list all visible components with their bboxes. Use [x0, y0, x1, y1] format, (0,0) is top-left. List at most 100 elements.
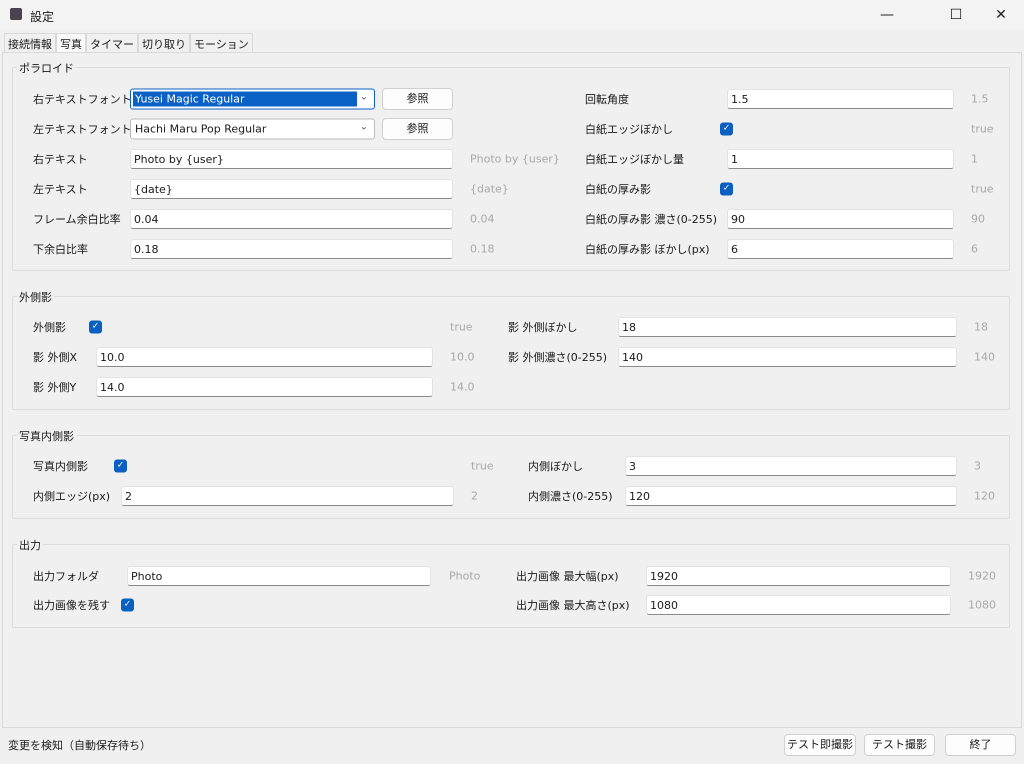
inner-blur-default: 3 — [974, 459, 981, 473]
inner-edge-default: 2 — [471, 489, 478, 503]
outer-shadow-label: 外側影 — [33, 321, 66, 334]
test-instant-capture-button[interactable]: テスト即撮影 — [784, 734, 856, 756]
inner-density-default: 120 — [974, 489, 995, 503]
left-text-label: 左テキスト — [33, 183, 88, 196]
app-icon — [10, 8, 22, 20]
output-group — [12, 544, 1010, 628]
edge-blur-label: 白紙エッジぼかし — [585, 123, 673, 136]
thick-shadow-density-input[interactable]: 90 — [727, 209, 954, 229]
outer-density-default: 140 — [974, 350, 995, 364]
right-text-label: 右テキスト — [33, 153, 88, 166]
left-text-input[interactable]: {date} — [130, 179, 453, 199]
output-folder-default: Photo — [449, 569, 481, 583]
tab-motion[interactable]: モーション — [190, 33, 253, 52]
max-width-label: 出力画像 最大幅(px) — [516, 570, 619, 583]
keep-output-label: 出力画像を残す — [33, 599, 110, 612]
output-group-title: 出力 — [17, 537, 43, 553]
output-folder-label: 出力フォルダ — [33, 570, 99, 583]
outer-y-default: 14.0 — [450, 380, 475, 394]
frame-margin-input[interactable]: 0.04 — [130, 209, 453, 229]
inner-shadow-group-title: 写真内側影 — [17, 428, 76, 444]
thick-shadow-density-default: 90 — [971, 212, 985, 226]
thick-shadow-default: true — [971, 182, 994, 196]
outer-y-label: 影 外側Y — [33, 381, 77, 394]
bottom-margin-input[interactable]: 0.18 — [130, 239, 453, 259]
left-font-combo[interactable]: Hachi Maru Pop Regular ⌄ — [130, 118, 375, 140]
bottom-margin-label: 下余白比率 — [33, 243, 88, 256]
polaroid-group-title: ポラロイド — [17, 60, 76, 76]
chevron-down-icon: ⌄ — [359, 91, 368, 103]
close-button[interactable]: ✕ — [978, 0, 1024, 30]
outer-density-input[interactable]: 140 — [618, 347, 957, 367]
right-text-input[interactable]: Photo by {user} — [130, 149, 453, 169]
bottom-margin-default: 0.18 — [470, 242, 495, 256]
tab-timer[interactable]: タイマー — [86, 33, 138, 52]
rotation-input[interactable]: 1.5 — [727, 89, 954, 109]
keep-output-checkbox[interactable]: ✓ — [121, 598, 134, 612]
rotation-default: 1.5 — [971, 92, 989, 106]
inner-shadow-label: 写真内側影 — [33, 460, 88, 473]
thick-shadow-density-label: 白紙の厚み影 濃さ(0-255) — [585, 213, 718, 226]
left-font-browse-button[interactable]: 参照 — [382, 118, 453, 140]
thick-shadow-label: 白紙の厚み影 — [585, 183, 651, 196]
edge-blur-amount-label: 白紙エッジぼかし量 — [585, 153, 684, 166]
tab-crop[interactable]: 切り取り — [138, 33, 190, 52]
left-text-default: {date} — [470, 182, 509, 196]
edge-blur-amount-input[interactable]: 1 — [727, 149, 954, 169]
tab-photo[interactable]: 写真 — [56, 33, 86, 53]
inner-shadow-default: true — [471, 459, 494, 473]
left-font-label: 左テキストフォント — [33, 123, 132, 136]
inner-edge-input[interactable]: 2 — [121, 486, 454, 506]
outer-blur-default: 18 — [974, 320, 988, 334]
max-height-label: 出力画像 最大高さ(px) — [516, 599, 630, 612]
outer-shadow-checkbox[interactable]: ✓ — [89, 320, 102, 334]
right-font-value: Yusei Magic Regular — [133, 91, 357, 107]
rotation-label: 回転角度 — [585, 93, 629, 106]
outer-shadow-default: true — [450, 320, 473, 334]
outer-y-input[interactable]: 14.0 — [96, 377, 433, 397]
right-font-combo[interactable]: Yusei Magic Regular ⌄ — [130, 88, 375, 110]
frame-margin-label: フレーム余白比率 — [33, 213, 121, 226]
inner-shadow-checkbox[interactable]: ✓ — [114, 459, 127, 473]
outer-blur-input[interactable]: 18 — [618, 317, 957, 337]
inner-shadow-group — [12, 435, 1010, 519]
inner-density-label: 内側濃さ(0-255) — [528, 490, 613, 503]
window-title: 設定 — [30, 10, 55, 24]
thick-shadow-blur-default: 6 — [971, 242, 978, 256]
outer-shadow-group-title: 外側影 — [17, 289, 54, 305]
title-bar: 設定 — ☐ ✕ — [0, 0, 1024, 30]
edge-blur-amount-default: 1 — [971, 152, 978, 166]
outer-blur-label: 影 外側ぼかし — [508, 321, 578, 334]
right-font-label: 右テキストフォント — [33, 93, 132, 106]
left-font-value: Hachi Maru Pop Regular — [135, 122, 267, 136]
chevron-down-icon: ⌄ — [359, 121, 368, 133]
outer-x-default: 10.0 — [450, 350, 475, 364]
edge-blur-checkbox[interactable]: ✓ — [720, 122, 733, 136]
outer-x-label: 影 外側X — [33, 351, 78, 364]
edge-blur-default: true — [971, 122, 994, 136]
max-height-default: 1080 — [968, 598, 996, 612]
max-width-input[interactable]: 1920 — [646, 566, 951, 586]
output-folder-input[interactable]: Photo — [127, 566, 431, 586]
status-text: 変更を検知（自動保存待ち） — [8, 739, 151, 752]
inner-density-input[interactable]: 120 — [625, 486, 957, 506]
thick-shadow-blur-input[interactable]: 6 — [727, 239, 954, 259]
frame-margin-default: 0.04 — [470, 212, 495, 226]
thick-shadow-checkbox[interactable]: ✓ — [720, 182, 733, 196]
minimize-button[interactable]: — — [864, 0, 910, 30]
thick-shadow-blur-label: 白紙の厚み影 ぼかし(px) — [585, 243, 710, 256]
outer-density-label: 影 外側濃さ(0-255) — [508, 351, 608, 364]
right-text-default: Photo by {user} — [470, 152, 560, 166]
inner-blur-label: 内側ぼかし — [528, 460, 583, 473]
max-width-default: 1920 — [968, 569, 996, 583]
maximize-button[interactable]: ☐ — [933, 0, 979, 30]
max-height-input[interactable]: 1080 — [646, 595, 951, 615]
inner-edge-label: 内側エッジ(px) — [33, 490, 111, 503]
inner-blur-input[interactable]: 3 — [625, 456, 957, 476]
outer-x-input[interactable]: 10.0 — [96, 347, 433, 367]
right-font-browse-button[interactable]: 参照 — [382, 88, 453, 110]
test-capture-button[interactable]: テスト撮影 — [864, 734, 935, 756]
tab-connection[interactable]: 接続情報 — [4, 33, 56, 52]
tab-bar: 接続情報 写真 タイマー 切り取り モーション — [4, 33, 253, 53]
exit-button[interactable]: 終了 — [945, 734, 1016, 756]
